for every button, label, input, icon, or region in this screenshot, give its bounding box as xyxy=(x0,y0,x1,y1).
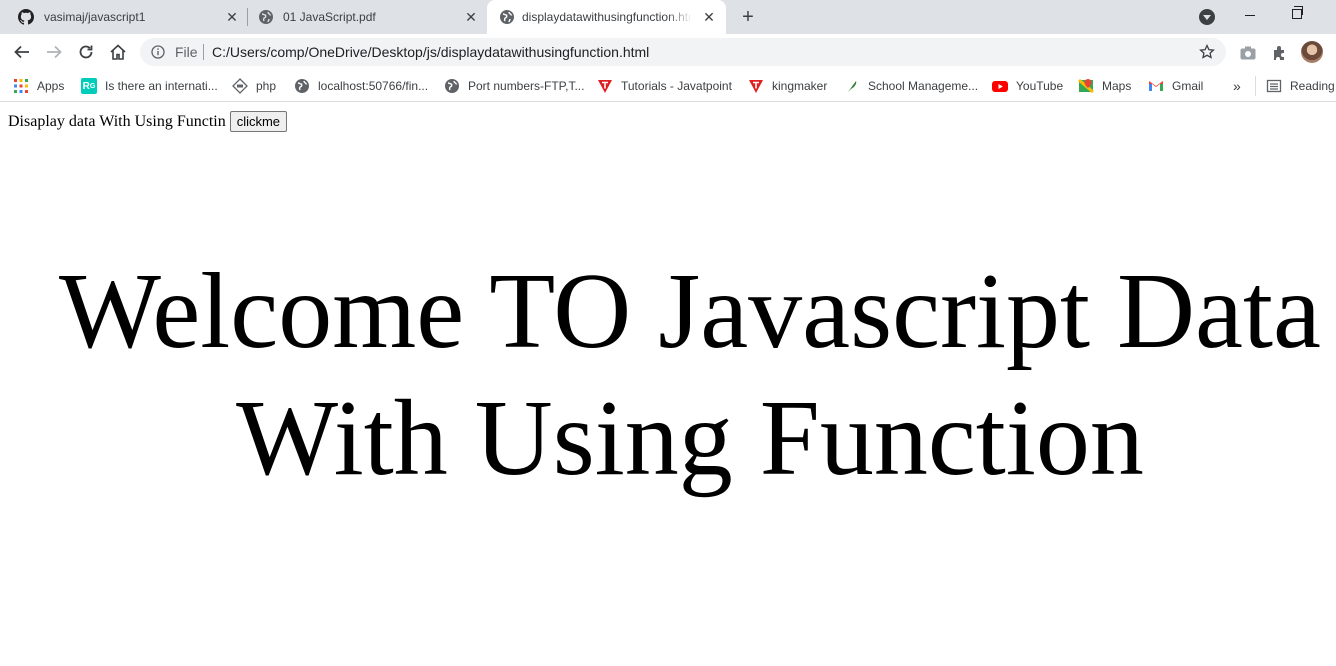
bookmark-label: School Manageme... xyxy=(868,79,979,93)
arrow-right-icon xyxy=(47,45,62,59)
bookmark-label: Is there an internati... xyxy=(105,79,218,93)
php-icon xyxy=(232,78,248,94)
bookmark-javatpoint[interactable]: Tutorials - Javatpoint xyxy=(597,76,732,96)
back-button[interactable] xyxy=(10,40,34,64)
home-icon xyxy=(110,44,126,60)
tab-displaydata-active[interactable]: displaydatawithusingfunction.html ✕ xyxy=(487,0,726,34)
globe-icon xyxy=(258,9,274,25)
tab-javascript-pdf[interactable]: 01 JavaScript.pdf ✕ xyxy=(240,0,487,34)
bookmarks-bar: Apps RG Is there an internati... php loc… xyxy=(0,70,1336,102)
forward-button[interactable] xyxy=(42,40,66,64)
info-icon[interactable] xyxy=(151,45,165,59)
reading-list-icon xyxy=(1266,78,1282,94)
bookmark-maps[interactable]: Maps xyxy=(1078,76,1131,96)
bookmark-gmail[interactable]: Gmail xyxy=(1148,76,1203,96)
arrow-left-icon xyxy=(14,45,29,59)
bookmark-localhost[interactable]: localhost:50766/fin... xyxy=(294,76,428,96)
apps-grid-icon xyxy=(13,78,29,94)
youtube-icon xyxy=(992,78,1008,94)
bookmark-label: localhost:50766/fin... xyxy=(318,79,429,93)
bookmark-youtube[interactable]: YouTube xyxy=(992,76,1063,96)
scheme-label: File xyxy=(175,44,198,60)
page-viewport: Disaplay data With Using Functin clickme… xyxy=(0,103,1336,666)
home-button[interactable] xyxy=(106,40,130,64)
url-text[interactable]: C:/Users/comp/OneDrive/Desktop/js/displa… xyxy=(212,44,649,60)
minimize-icon[interactable] xyxy=(1245,15,1255,16)
address-bar[interactable]: File C:/Users/comp/OneDrive/Desktop/js/d… xyxy=(140,38,1226,66)
globe-icon xyxy=(294,78,310,94)
bookmark-port-numbers[interactable]: Port numbers-FTP,T... xyxy=(444,76,584,96)
browser-toolbar: File C:/Users/comp/OneDrive/Desktop/js/d… xyxy=(0,34,1336,70)
reading-list-button[interactable]: Reading xyxy=(1266,76,1335,96)
tab-title: displaydatawithusingfunction.html xyxy=(522,10,692,24)
tab-strip: vasimaj/javascript1 ✕ 01 JavaScript.pdf … xyxy=(0,0,1336,34)
extensions-icon[interactable] xyxy=(1271,44,1289,62)
reload-icon xyxy=(79,45,93,59)
welcome-heading: Welcome TO Javascript Data With Using Fu… xyxy=(59,252,1321,498)
tab-title: vasimaj/javascript1 xyxy=(44,10,146,24)
bookmark-kingmaker[interactable]: kingmaker xyxy=(748,76,827,96)
star-icon[interactable] xyxy=(1199,44,1215,60)
welcome-container: Welcome TO Javascript Data With Using Fu… xyxy=(0,103,1336,666)
close-icon[interactable]: ✕ xyxy=(224,9,240,25)
more-bookmarks-button[interactable]: » xyxy=(1233,76,1241,96)
bookmark-label: Reading xyxy=(1290,79,1335,93)
profile-avatar[interactable] xyxy=(1301,41,1323,63)
double-chevron-right-icon: » xyxy=(1233,78,1241,94)
globe-icon xyxy=(444,78,460,94)
bookmark-label: Maps xyxy=(1102,79,1132,93)
camera-icon[interactable] xyxy=(1239,44,1257,62)
tab-search-icon[interactable] xyxy=(1199,9,1215,25)
javatpoint-icon xyxy=(748,78,764,94)
tab-github[interactable]: vasimaj/javascript1 ✕ xyxy=(0,0,247,34)
bookmark-school-management[interactable]: School Manageme... xyxy=(844,76,978,96)
bookmark-separator xyxy=(1255,76,1256,96)
close-icon[interactable]: ✕ xyxy=(701,9,717,25)
restore-icon[interactable] xyxy=(1292,6,1303,19)
close-icon[interactable]: ✕ xyxy=(463,9,479,25)
bookmark-label: Port numbers-FTP,T... xyxy=(468,79,585,93)
bookmark-label: php xyxy=(256,79,277,93)
javatpoint-icon xyxy=(597,78,613,94)
feather-icon xyxy=(844,78,860,94)
new-tab-button[interactable]: + xyxy=(738,6,758,28)
globe-icon xyxy=(499,9,515,25)
bookmark-label: Apps xyxy=(37,79,65,93)
bookmark-researchgate[interactable]: RG Is there an internati... xyxy=(81,76,218,96)
researchgate-icon: RG xyxy=(81,78,97,94)
gmail-icon xyxy=(1148,78,1164,94)
bookmark-apps[interactable]: Apps xyxy=(13,76,64,96)
bookmark-label: kingmaker xyxy=(772,79,828,93)
bookmark-label: Gmail xyxy=(1172,79,1204,93)
tab-title: 01 JavaScript.pdf xyxy=(283,10,376,24)
bookmark-php[interactable]: php xyxy=(232,76,276,96)
bookmark-label: Tutorials - Javatpoint xyxy=(621,79,732,93)
maps-icon xyxy=(1078,78,1094,94)
reload-button[interactable] xyxy=(74,40,98,64)
omnibox-divider xyxy=(203,44,204,60)
github-icon xyxy=(18,9,34,25)
bookmark-label: YouTube xyxy=(1016,79,1064,93)
